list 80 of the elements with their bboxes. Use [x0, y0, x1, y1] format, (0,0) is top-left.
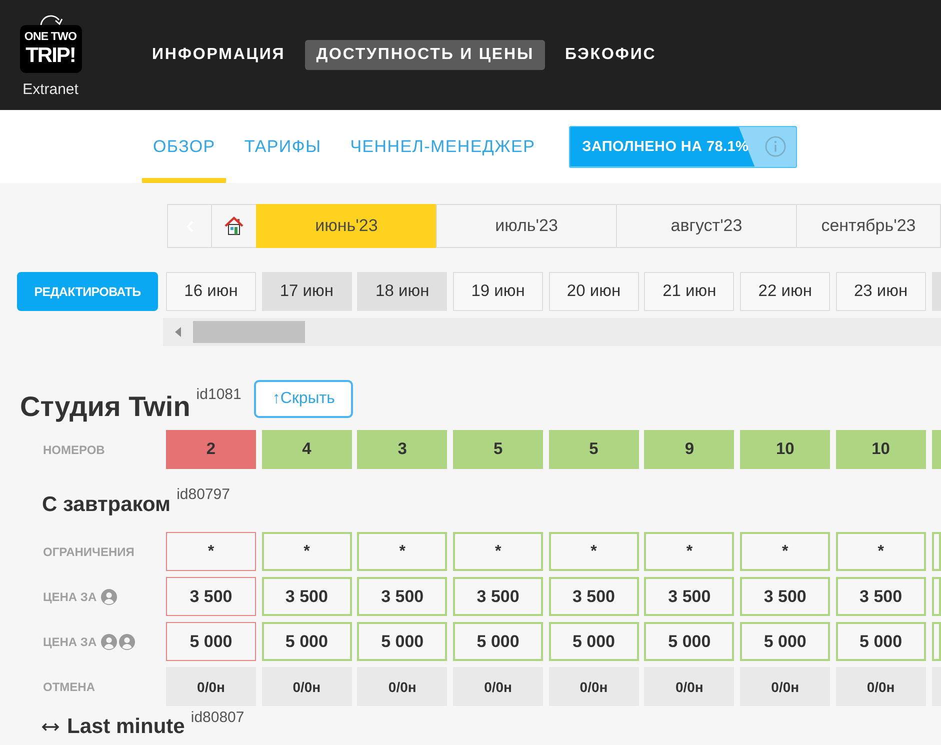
room-count-cell: 10 — [740, 430, 830, 469]
restriction-cell: * — [357, 532, 448, 571]
cancellation-cell: 0/0н — [357, 667, 448, 706]
cancellation-cell: 0/0н — [453, 667, 544, 706]
date-cell: 22 июн — [740, 272, 830, 311]
restriction-cell: * — [453, 532, 544, 571]
price-cell: 5 000 — [740, 622, 830, 661]
price-cell: 3 500 — [166, 577, 256, 616]
rate-title: С завтраком — [42, 492, 171, 518]
room-count-cell: 2 — [166, 430, 256, 469]
today-button[interactable] — [211, 204, 257, 248]
info-icon[interactable] — [765, 136, 786, 157]
nav-item[interactable]: ДОСТУПНОСТЬ И ЦЕНЫ — [305, 40, 546, 70]
logo-caption: Extranet — [22, 81, 78, 98]
cancellation-cell: 0/0н — [836, 667, 926, 706]
price-cell: 3 500 — [453, 577, 544, 616]
month-tab[interactable]: август'23 — [616, 204, 797, 248]
occupancy-label: ЗАПОЛНЕНО НА 78.1% — [581, 138, 749, 154]
row-label: ОТМЕНА — [43, 680, 95, 694]
price-cell: 5 000 — [453, 622, 544, 661]
price-cell: 3 500 — [357, 577, 448, 616]
room-count-cell: 10 — [836, 430, 926, 469]
price-cell: 3 500 — [262, 577, 352, 616]
restriction-cell: * — [166, 532, 256, 571]
row-label: ЦЕНА ЗА — [43, 590, 97, 604]
price-cell: 5 000 — [548, 622, 639, 661]
price-cell: 5 000 — [357, 622, 448, 661]
room-count-cell: 3 — [357, 430, 448, 469]
rate-id: id80807 — [190, 709, 244, 727]
row-label: НОМЕРОВ — [43, 442, 105, 456]
date-cell: 18 июн — [357, 272, 448, 311]
person-icon — [100, 588, 117, 604]
rate-title: Last minute — [67, 714, 185, 740]
scrollbar-thumb[interactable] — [193, 321, 305, 343]
cancellation-cell: 0/0н — [644, 667, 734, 706]
cancellation-cell: 0/0н — [262, 667, 352, 706]
price-cell: 5 000 — [836, 622, 926, 661]
price-cell: 5 000 — [262, 622, 352, 661]
room-count-cell: 4 — [262, 430, 352, 469]
price-cell: 3 500 — [644, 577, 734, 616]
price-cell: 5 000 — [166, 622, 256, 661]
date-cell: 16 июн — [166, 272, 256, 311]
restriction-cell: * — [644, 532, 734, 571]
house-icon — [224, 216, 244, 236]
room-count-cell: 5 — [453, 430, 544, 469]
price-cell: 5 000 — [644, 622, 734, 661]
month-tab[interactable]: сентябрь'23 — [796, 204, 941, 248]
month-tab[interactable]: июнь'23 — [256, 204, 437, 248]
curved-arrow-icon — [38, 12, 64, 25]
cancellation-cell: 0/0н — [548, 667, 639, 706]
row-label: ОГРАНИЧЕНИЯ — [43, 544, 134, 558]
price-cell: 3 500 — [740, 577, 830, 616]
date-cell: 23 июн — [836, 272, 926, 311]
price-cell: 3 500 — [836, 577, 926, 616]
nav-item[interactable]: БЭКОФИС — [554, 40, 668, 70]
person-icon — [100, 634, 117, 650]
price-cell: 3 500 — [548, 577, 639, 616]
room-id: id1081 — [196, 386, 242, 404]
restriction-cell: * — [548, 532, 639, 571]
date-cell: 21 июн — [644, 272, 734, 311]
room-count-cell: 5 — [548, 430, 639, 469]
restriction-cell: * — [740, 532, 830, 571]
date-cell: 19 июн — [453, 272, 544, 311]
month-tab[interactable]: июль'23 — [436, 204, 617, 248]
room-title: Студия Twin — [20, 390, 190, 424]
row-label: ЦЕНА ЗА — [43, 634, 97, 648]
nav-item[interactable]: ИНФОРМАЦИЯ — [141, 40, 296, 70]
scroll-left-arrow-icon[interactable] — [175, 327, 181, 337]
rate-id: id80797 — [176, 486, 230, 504]
date-cell: 17 июн — [262, 272, 352, 311]
person-icon — [118, 634, 135, 650]
logo-text: ONE TWO — [24, 32, 77, 44]
logo-text: TRIP! — [26, 44, 76, 66]
restriction-cell: * — [836, 532, 926, 571]
cancellation-cell: 0/0н — [166, 667, 256, 706]
date-cell: 20 июн — [548, 272, 639, 311]
restriction-cell: * — [262, 532, 352, 571]
cancellation-cell: 0/0н — [740, 667, 830, 706]
logo[interactable]: ONE TWO TRIP! — [20, 25, 82, 73]
room-count-cell: 9 — [644, 430, 734, 469]
